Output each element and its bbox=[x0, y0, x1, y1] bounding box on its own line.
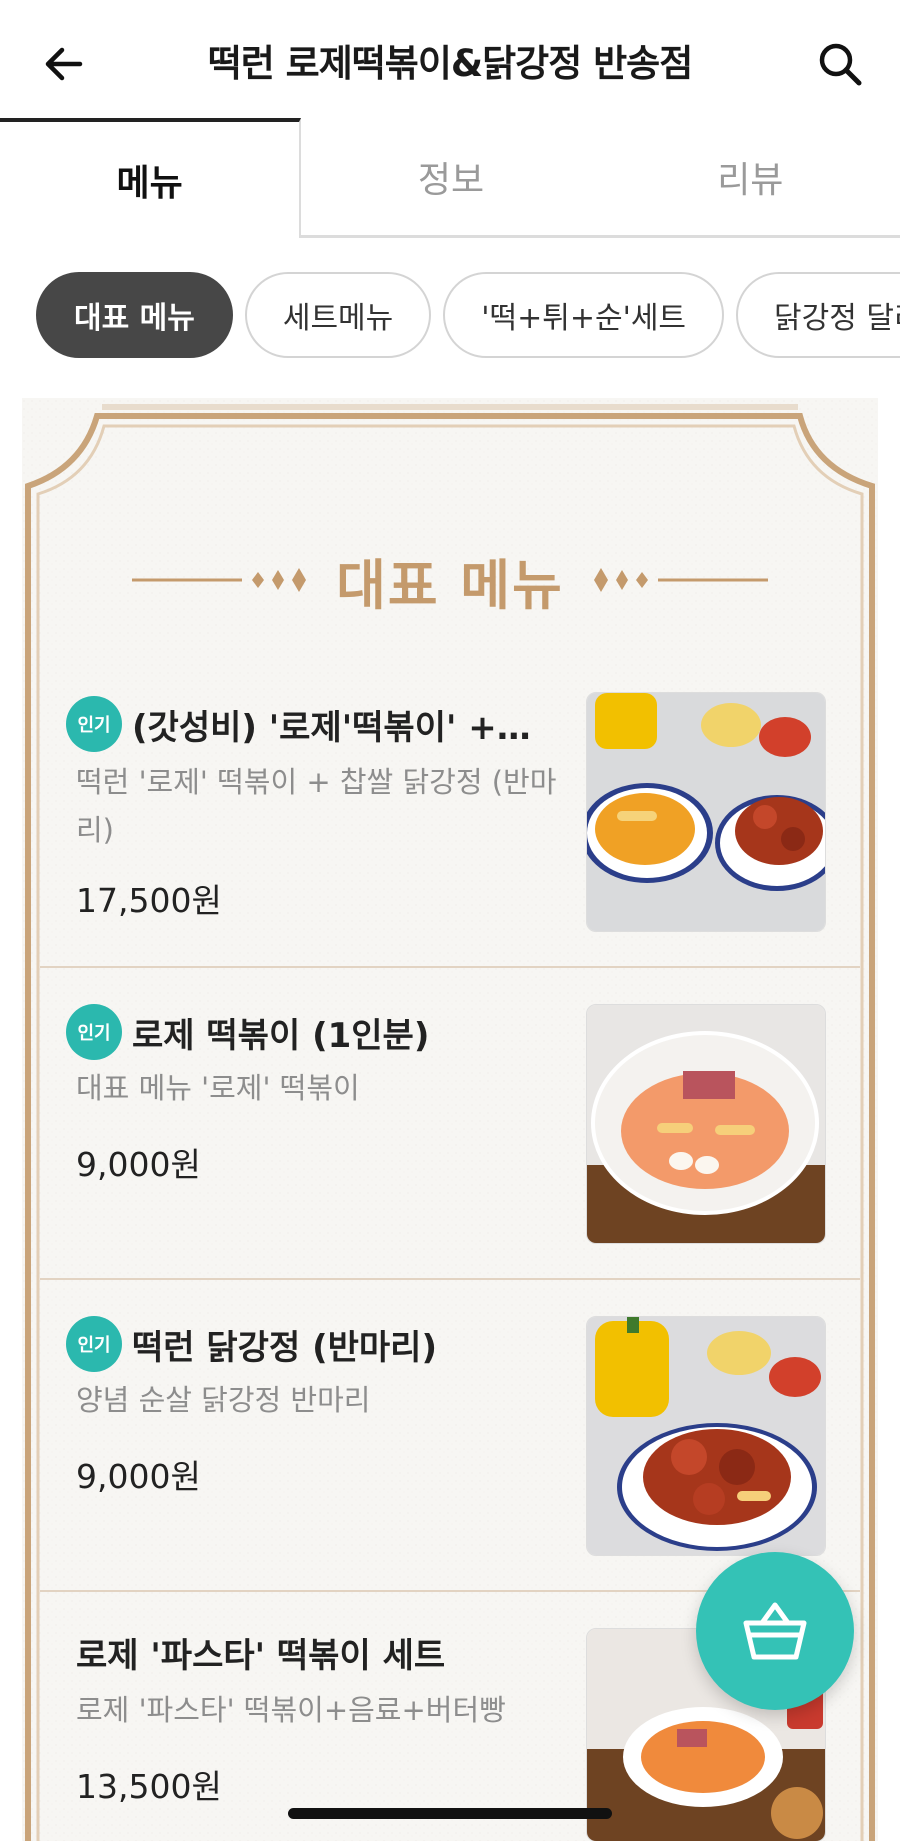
tab-info[interactable]: 정보 bbox=[301, 118, 601, 238]
item-description-line: 리) bbox=[76, 813, 114, 847]
chip-combo-set[interactable]: '떡+튀+순'세트 bbox=[443, 272, 725, 358]
item-price: 17,500원 bbox=[76, 881, 222, 920]
search-icon bbox=[819, 43, 862, 86]
item-photo bbox=[586, 1316, 826, 1556]
item-description: 떡런 '로제' 떡볶이 + 찹쌀 닭강정 (반마 리) bbox=[76, 758, 576, 854]
back-button[interactable] bbox=[36, 36, 92, 92]
section-title: 대표 메뉴 bbox=[336, 553, 564, 617]
chip-set-menu[interactable]: 세트메뉴 bbox=[244, 272, 432, 358]
arrow-left-icon bbox=[45, 47, 83, 81]
item-photo bbox=[586, 1004, 826, 1244]
menu-item[interactable]: 인기 (갓성비) '로제'떡볶이' +… 떡런 '로제' 떡볶이 + 찹쌀 닭강… bbox=[40, 656, 860, 968]
tab-reviews[interactable]: 리뷰 bbox=[600, 118, 900, 238]
popular-badge: 인기 bbox=[66, 1316, 122, 1372]
item-price: 9,000원 bbox=[76, 1145, 201, 1184]
store-tabs: 메뉴 정보 리뷰 bbox=[0, 118, 900, 238]
store-title: 떡런 로제떡볶이&닭강정 반송점 bbox=[207, 42, 694, 85]
popular-badge: 인기 bbox=[66, 696, 122, 752]
chip-dakgangjeong[interactable]: 닭강정 달리 bbox=[736, 272, 900, 358]
item-description: 양념 순살 닭강정 반마리 bbox=[76, 1383, 371, 1417]
tab-menu[interactable]: 메뉴 bbox=[0, 118, 302, 238]
item-photo bbox=[586, 692, 826, 932]
top-header: 떡런 로제떡볶이&닭강정 반송점 bbox=[0, 0, 900, 122]
item-name: (갓성비) '로제'떡볶이' +… bbox=[132, 708, 531, 748]
item-name: 로제 '파스타' 떡볶이 세트 bbox=[76, 1636, 446, 1676]
cart-button[interactable] bbox=[696, 1552, 854, 1710]
chip-signature-menu[interactable]: 대표 메뉴 bbox=[36, 272, 233, 358]
item-name: 떡런 닭강정 (반마리) bbox=[132, 1328, 437, 1368]
search-button[interactable] bbox=[812, 36, 868, 92]
home-indicator bbox=[288, 1808, 612, 1819]
item-description: 로제 '파스타' 떡볶이+음료+버터빵 bbox=[76, 1693, 506, 1727]
item-price: 9,000원 bbox=[76, 1457, 201, 1496]
app-screen: 떡런 로제떡볶이&닭강정 반송점 메뉴 정보 리뷰 대표 메뉴 세트메뉴 '떡+… bbox=[0, 0, 900, 1841]
menu-item[interactable]: 인기 로제 떡볶이 (1인분) 대표 메뉴 '로제' 떡볶이 9,000원 bbox=[40, 968, 860, 1280]
popular-badge: 인기 bbox=[66, 1004, 122, 1060]
item-description: 대표 메뉴 '로제' 떡볶이 bbox=[76, 1071, 360, 1105]
ornament-left bbox=[132, 568, 307, 592]
section-header: 대표 메뉴 bbox=[0, 540, 900, 620]
ornament-right bbox=[593, 568, 768, 592]
menu-item[interactable]: 인기 떡런 닭강정 (반마리) 양념 순살 닭강정 반마리 9,000원 bbox=[40, 1280, 860, 1592]
item-price: 13,500원 bbox=[76, 1767, 222, 1806]
shopping-basket-icon bbox=[743, 1602, 807, 1660]
item-description-line: 떡런 '로제' 떡볶이 + 찹쌀 닭강정 (반마 bbox=[76, 765, 557, 799]
category-chips: 대표 메뉴 세트메뉴 '떡+튀+순'세트 닭강정 달리 bbox=[36, 272, 900, 360]
item-name: 로제 떡볶이 (1인분) bbox=[132, 1016, 430, 1056]
